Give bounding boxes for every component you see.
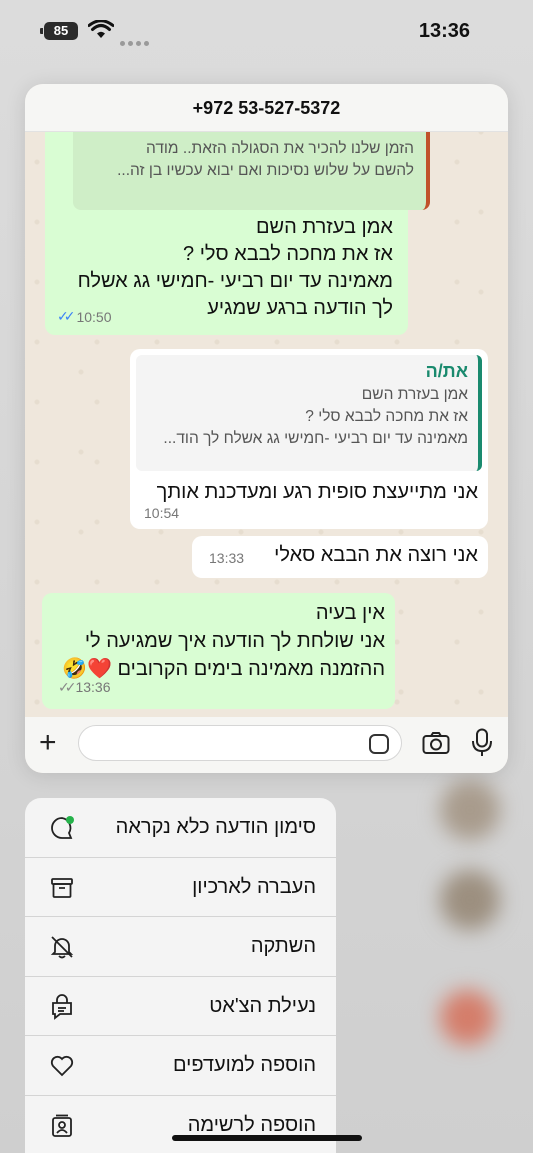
list-contact-icon: [52, 1114, 72, 1137]
sticker-icon[interactable]: [369, 734, 389, 754]
heart-icon: [50, 1055, 74, 1077]
reply-line: אז את מחכה לבבא סלי ?: [305, 408, 468, 425]
message-line: אז את מחכה לבבא סלי ?: [183, 243, 393, 265]
reply-line: אמן בעזרת השם: [361, 386, 468, 403]
message-time: 10:50: [76, 308, 112, 325]
message-bubble-incoming[interactable]: אני רוצה את הבבא סאלי 13:33: [192, 536, 488, 578]
status-bar: 85 13:36: [0, 0, 533, 62]
menu-item-mark-unread[interactable]: סימון הודעה כלא נקראה: [25, 798, 336, 858]
message-input[interactable]: [78, 725, 402, 761]
message-input-bar: +: [25, 717, 508, 773]
menu-item-label: הוספה למועדפים: [172, 1054, 316, 1076]
message-bubble-outgoing[interactable]: אין בעיה אני שולחת לך הודעה איך שמגיעה ל…: [42, 593, 395, 709]
message-text: אני רוצה את הבבא סאלי: [274, 544, 478, 566]
message-text: אני מתייעצת סופית רגע ומעדכנת אותך: [156, 481, 478, 503]
signal-dots-icon: [120, 33, 152, 51]
message-line: מאמינה עד יום רביעי -חמישי גג אשלח: [77, 270, 393, 292]
menu-item-lock-chat[interactable]: נעילת הצ'אט: [25, 977, 336, 1036]
background-avatar: [440, 870, 500, 930]
menu-item-archive[interactable]: העברה לארכיון: [25, 858, 336, 917]
reply-quote[interactable]: את/ה אמן בעזרת השם אז את מחכה לבבא סלי ?…: [136, 355, 482, 471]
delivered-receipt-icon: ✓✓: [58, 679, 77, 695]
message-time: 13:36: [75, 679, 111, 695]
home-indicator[interactable]: [172, 1135, 362, 1141]
status-time: 13:36: [418, 20, 470, 42]
message-bubble-incoming[interactable]: את/ה אמן בעזרת השם אז את מחכה לבבא סלי ?…: [130, 349, 488, 529]
quoted-line: להשם על שלוש נסיכות ואם יבוא עכשיו בן זה…: [117, 162, 414, 179]
menu-item-label: נעילת הצ'אט: [209, 994, 316, 1017]
mic-icon[interactable]: [471, 728, 493, 758]
menu-item-mute[interactable]: השתקה: [25, 917, 336, 977]
quoted-line: הזמן שלנו להכיר את הסגולה הזאת.. מודה: [145, 140, 414, 157]
message-line: אמן בעזרת השם: [255, 216, 393, 238]
lock-chat-icon: [52, 993, 72, 1020]
message-time: 10:54: [144, 505, 180, 521]
unread-chat-icon: [51, 816, 74, 839]
wifi-icon: [88, 20, 114, 38]
background-avatar: [440, 780, 500, 840]
menu-item-label: העברה לארכיון: [192, 875, 316, 898]
chat-context-menu: סימון הודעה כלא נקראה העברה לארכיון השתק…: [25, 798, 336, 1153]
menu-item-add-favorites[interactable]: הוספה למועדפים: [25, 1036, 336, 1096]
message-meta: ✓✓ 10:50: [57, 308, 112, 325]
message-line: אין בעיה: [315, 602, 385, 624]
archive-icon: [51, 877, 73, 898]
plus-icon[interactable]: +: [39, 728, 57, 758]
camera-icon[interactable]: [422, 731, 450, 755]
menu-item-add-to-list[interactable]: הוספה לרשימה: [25, 1096, 336, 1153]
menu-item-label: סימון הודעה כלא נקראה: [115, 816, 316, 838]
menu-item-label: הוספה לרשימה: [187, 1113, 316, 1136]
read-receipt-icon: ✓✓: [57, 308, 76, 324]
message-meta: ✓✓ 13:36: [58, 673, 111, 701]
background-avatar: [440, 990, 495, 1045]
chat-contact-title[interactable]: +972 53-527-5372: [25, 84, 508, 132]
message-time: 13:33: [209, 550, 245, 566]
reply-line: מאמינה עד יום רביעי -חמישי גג אשלח לך הו…: [163, 430, 468, 447]
reply-sender: את/ה: [425, 361, 468, 381]
menu-item-label: השתקה: [250, 935, 316, 957]
chat-preview[interactable]: +972 53-527-5372 לא הכרתי את זה חחח אבל …: [25, 84, 508, 773]
message-line: אני שולחת לך הודעה איך שמגיעה לי: [84, 630, 385, 652]
mute-bell-icon: [50, 936, 74, 959]
battery-indicator: 85: [40, 22, 78, 40]
